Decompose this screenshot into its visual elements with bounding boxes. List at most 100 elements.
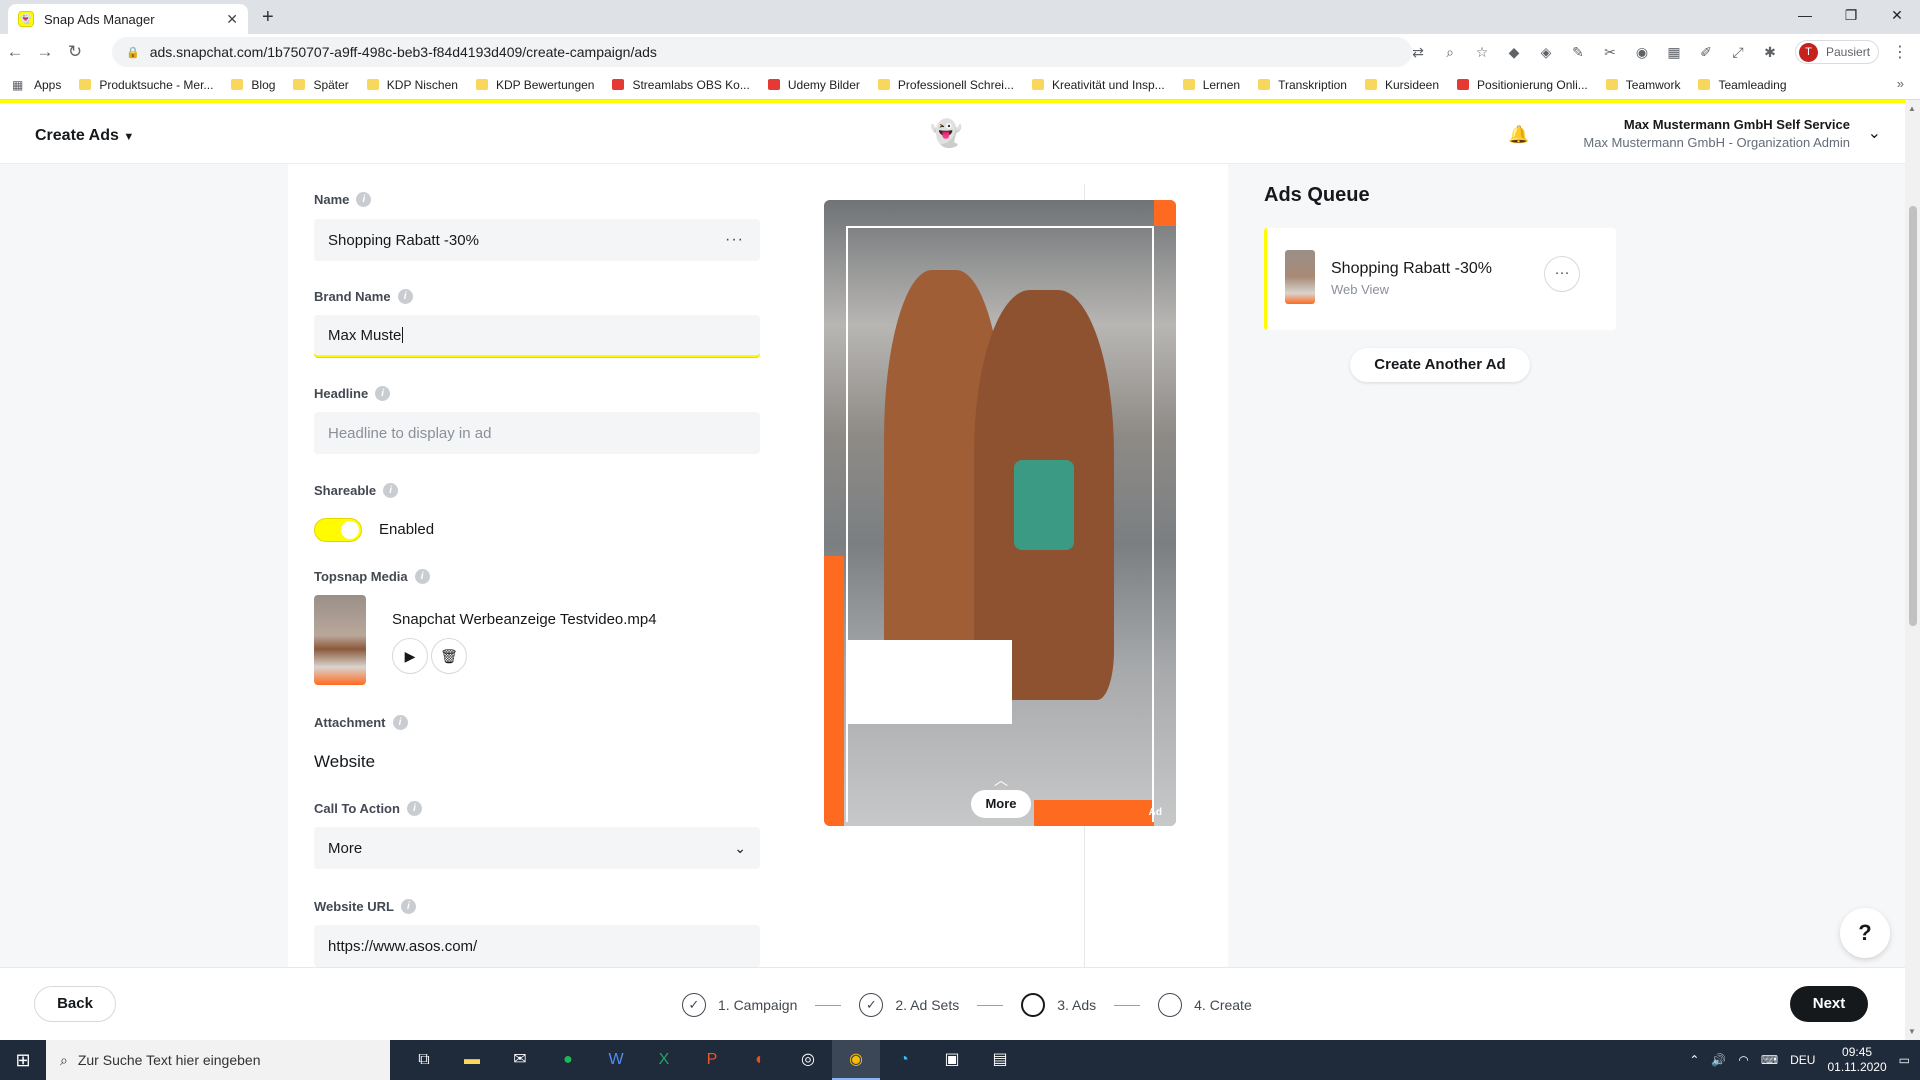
info-icon[interactable]: i [356, 192, 372, 207]
info-icon[interactable]: i [400, 899, 416, 914]
bookmark-item[interactable]: Kursideen [1364, 78, 1439, 92]
bookmark-item[interactable]: Blog [231, 78, 275, 92]
spotify-icon[interactable]: ● [544, 1040, 592, 1080]
excel-icon[interactable]: X [640, 1040, 688, 1080]
puzzle-icon[interactable]: ✱ [1758, 44, 1782, 61]
profile-button[interactable]: T Pausiert [1795, 40, 1879, 64]
obs-icon[interactable]: ◎ [784, 1040, 832, 1080]
bookmark-item[interactable]: Lernen [1182, 78, 1240, 92]
forward-arrow-icon[interactable]: → [30, 42, 60, 62]
bookmark-star-icon[interactable]: ☆ [1470, 44, 1494, 61]
language-indicator[interactable]: DEU [1790, 1053, 1815, 1067]
extension-icon[interactable]: ▦ [1662, 44, 1686, 61]
restore-icon[interactable]: ❐ [1828, 0, 1874, 30]
preview-cta-button[interactable]: More [971, 790, 1031, 818]
bookmark-item[interactable]: Streamlabs OBS Ko... [612, 78, 750, 92]
browser-tab[interactable]: 👻 Snap Ads Manager ✕ [8, 4, 248, 34]
bookmark-item[interactable]: Udemy Bilder [767, 78, 860, 92]
minimize-icon[interactable]: — [1782, 0, 1828, 30]
attachment-value[interactable]: Website [314, 752, 375, 772]
clock[interactable]: 09:45 01.11.2020 [1827, 1045, 1886, 1075]
step-ads[interactable]: 3. Ads [1021, 993, 1096, 1017]
scroll-down-icon[interactable]: ▼ [1908, 1027, 1916, 1036]
task-view-icon[interactable]: ⧉ [400, 1040, 448, 1080]
call-to-action-select[interactable]: More ⌄ [314, 827, 760, 869]
bookmark-item[interactable]: KDP Nischen [366, 78, 458, 92]
extension-icon[interactable]: ◉ [1630, 44, 1654, 61]
snapchat-ghost-icon[interactable]: 👻 [930, 117, 962, 149]
zoom-icon[interactable]: ⌕ [1438, 44, 1462, 61]
bookmark-apps[interactable]: ▦ Apps [12, 78, 61, 92]
step-ad-sets[interactable]: ✓ 2. Ad Sets [859, 993, 959, 1017]
step-create[interactable]: 4. Create [1158, 993, 1252, 1017]
chevron-down-icon[interactable]: ⌄ [1868, 123, 1881, 143]
chrome-icon[interactable]: ◉ [832, 1040, 880, 1080]
queue-item-more-icon[interactable]: ··· [1544, 256, 1580, 292]
create-ads-menu[interactable]: Create Ads ▼ [35, 127, 134, 145]
play-button[interactable]: ▶ [392, 638, 428, 674]
network-icon[interactable]: ◠ [1738, 1053, 1748, 1067]
extension-icon[interactable]: ◆ [1502, 44, 1526, 61]
extension-icon[interactable]: ✐ [1694, 44, 1718, 61]
delete-button[interactable]: 🗑 [431, 638, 467, 674]
extension-icon[interactable]: ✎ [1566, 44, 1590, 61]
more-options-icon[interactable]: ··· [725, 231, 744, 249]
info-icon[interactable]: i [414, 569, 430, 584]
page-scrollbar[interactable]: ▲ ▼ [1905, 100, 1920, 1040]
bookmark-item[interactable]: Produktsuche - Mer... [79, 78, 213, 92]
organization-switcher[interactable]: Max Mustermann GmbH Self Service Max Mus… [1583, 117, 1850, 150]
info-icon[interactable]: i [392, 715, 408, 730]
help-icon[interactable]: ? [1840, 908, 1890, 958]
queue-item[interactable]: Shopping Rabatt -30% Web View ··· [1264, 228, 1616, 330]
bookmark-item[interactable]: Positionierung Onli... [1457, 78, 1588, 92]
new-tab-button[interactable]: + [262, 6, 274, 29]
bell-icon[interactable]: 🔔 [1508, 125, 1529, 145]
taskbar-search[interactable]: ⌕ Zur Suche Text hier eingeben [46, 1040, 390, 1080]
windows-start-icon[interactable]: ⊞ [0, 1050, 46, 1071]
bookmark-item[interactable]: Später [293, 78, 349, 92]
bookmark-item[interactable]: Teamwork [1605, 78, 1680, 92]
name-input[interactable]: Shopping Rabatt -30% ··· [314, 219, 760, 261]
topsnap-media-thumbnail[interactable] [314, 595, 366, 685]
powerpoint-icon[interactable]: P [688, 1040, 736, 1080]
bookmark-item[interactable]: Kreativität und Insp... [1031, 78, 1165, 92]
bookmark-item[interactable]: Professionell Schrei... [877, 78, 1014, 92]
back-arrow-icon[interactable]: ← [0, 42, 30, 62]
app-icon[interactable]: ◐ [736, 1040, 784, 1080]
tab-close-icon[interactable]: ✕ [226, 11, 238, 28]
bookmark-item[interactable]: KDP Bewertungen [475, 78, 594, 92]
app-icon[interactable]: ▣ [928, 1040, 976, 1080]
notifications-icon[interactable]: ▭ [1899, 1053, 1910, 1067]
back-button[interactable]: Back [34, 986, 116, 1022]
keyboard-icon[interactable]: ⌨ [1761, 1053, 1778, 1067]
shareable-toggle[interactable] [314, 518, 362, 542]
file-explorer-icon[interactable]: ▬ [448, 1040, 496, 1080]
mail-icon[interactable]: ✉ [496, 1040, 544, 1080]
next-button[interactable]: Next [1790, 986, 1868, 1022]
extension-icon[interactable]: ◈ [1534, 44, 1558, 61]
volume-icon[interactable]: 🔊 [1711, 1053, 1726, 1067]
close-window-icon[interactable]: ✕ [1874, 0, 1920, 30]
fullscreen-icon[interactable]: ⤢ [1726, 44, 1750, 61]
address-bar[interactable]: 🔒 ads.snapchat.com/1b750707-a9ff-498c-be… [112, 37, 1412, 67]
bookmarks-overflow-icon[interactable]: » [1897, 76, 1904, 91]
bookmark-item[interactable]: Transkription [1258, 78, 1347, 92]
reload-icon[interactable]: ↻ [60, 42, 90, 62]
step-campaign[interactable]: ✓ 1. Campaign [682, 993, 797, 1017]
edge-icon[interactable]: ◔ [880, 1040, 928, 1080]
info-icon[interactable]: i [397, 289, 413, 304]
app-icon[interactable]: ▤ [976, 1040, 1024, 1080]
browser-menu-icon[interactable]: ⋮ [1892, 42, 1908, 62]
create-another-ad-button[interactable]: Create Another Ad [1350, 348, 1530, 382]
translate-icon[interactable]: ⇄ [1406, 44, 1430, 61]
info-icon[interactable]: i [375, 386, 391, 401]
bookmark-item[interactable]: Teamleading [1698, 78, 1787, 92]
info-icon[interactable]: i [406, 801, 422, 816]
website-url-input[interactable]: https://www.asos.com/ [314, 925, 760, 967]
headline-input[interactable]: Headline to display in ad [314, 412, 760, 454]
chevron-up-icon[interactable]: ⌃ [1689, 1053, 1699, 1067]
brand-name-input[interactable]: Max Muste [314, 315, 760, 357]
extension-icon[interactable]: ✂ [1598, 44, 1622, 61]
scroll-up-icon[interactable]: ▲ [1908, 104, 1916, 113]
scrollbar-thumb[interactable] [1909, 206, 1917, 626]
